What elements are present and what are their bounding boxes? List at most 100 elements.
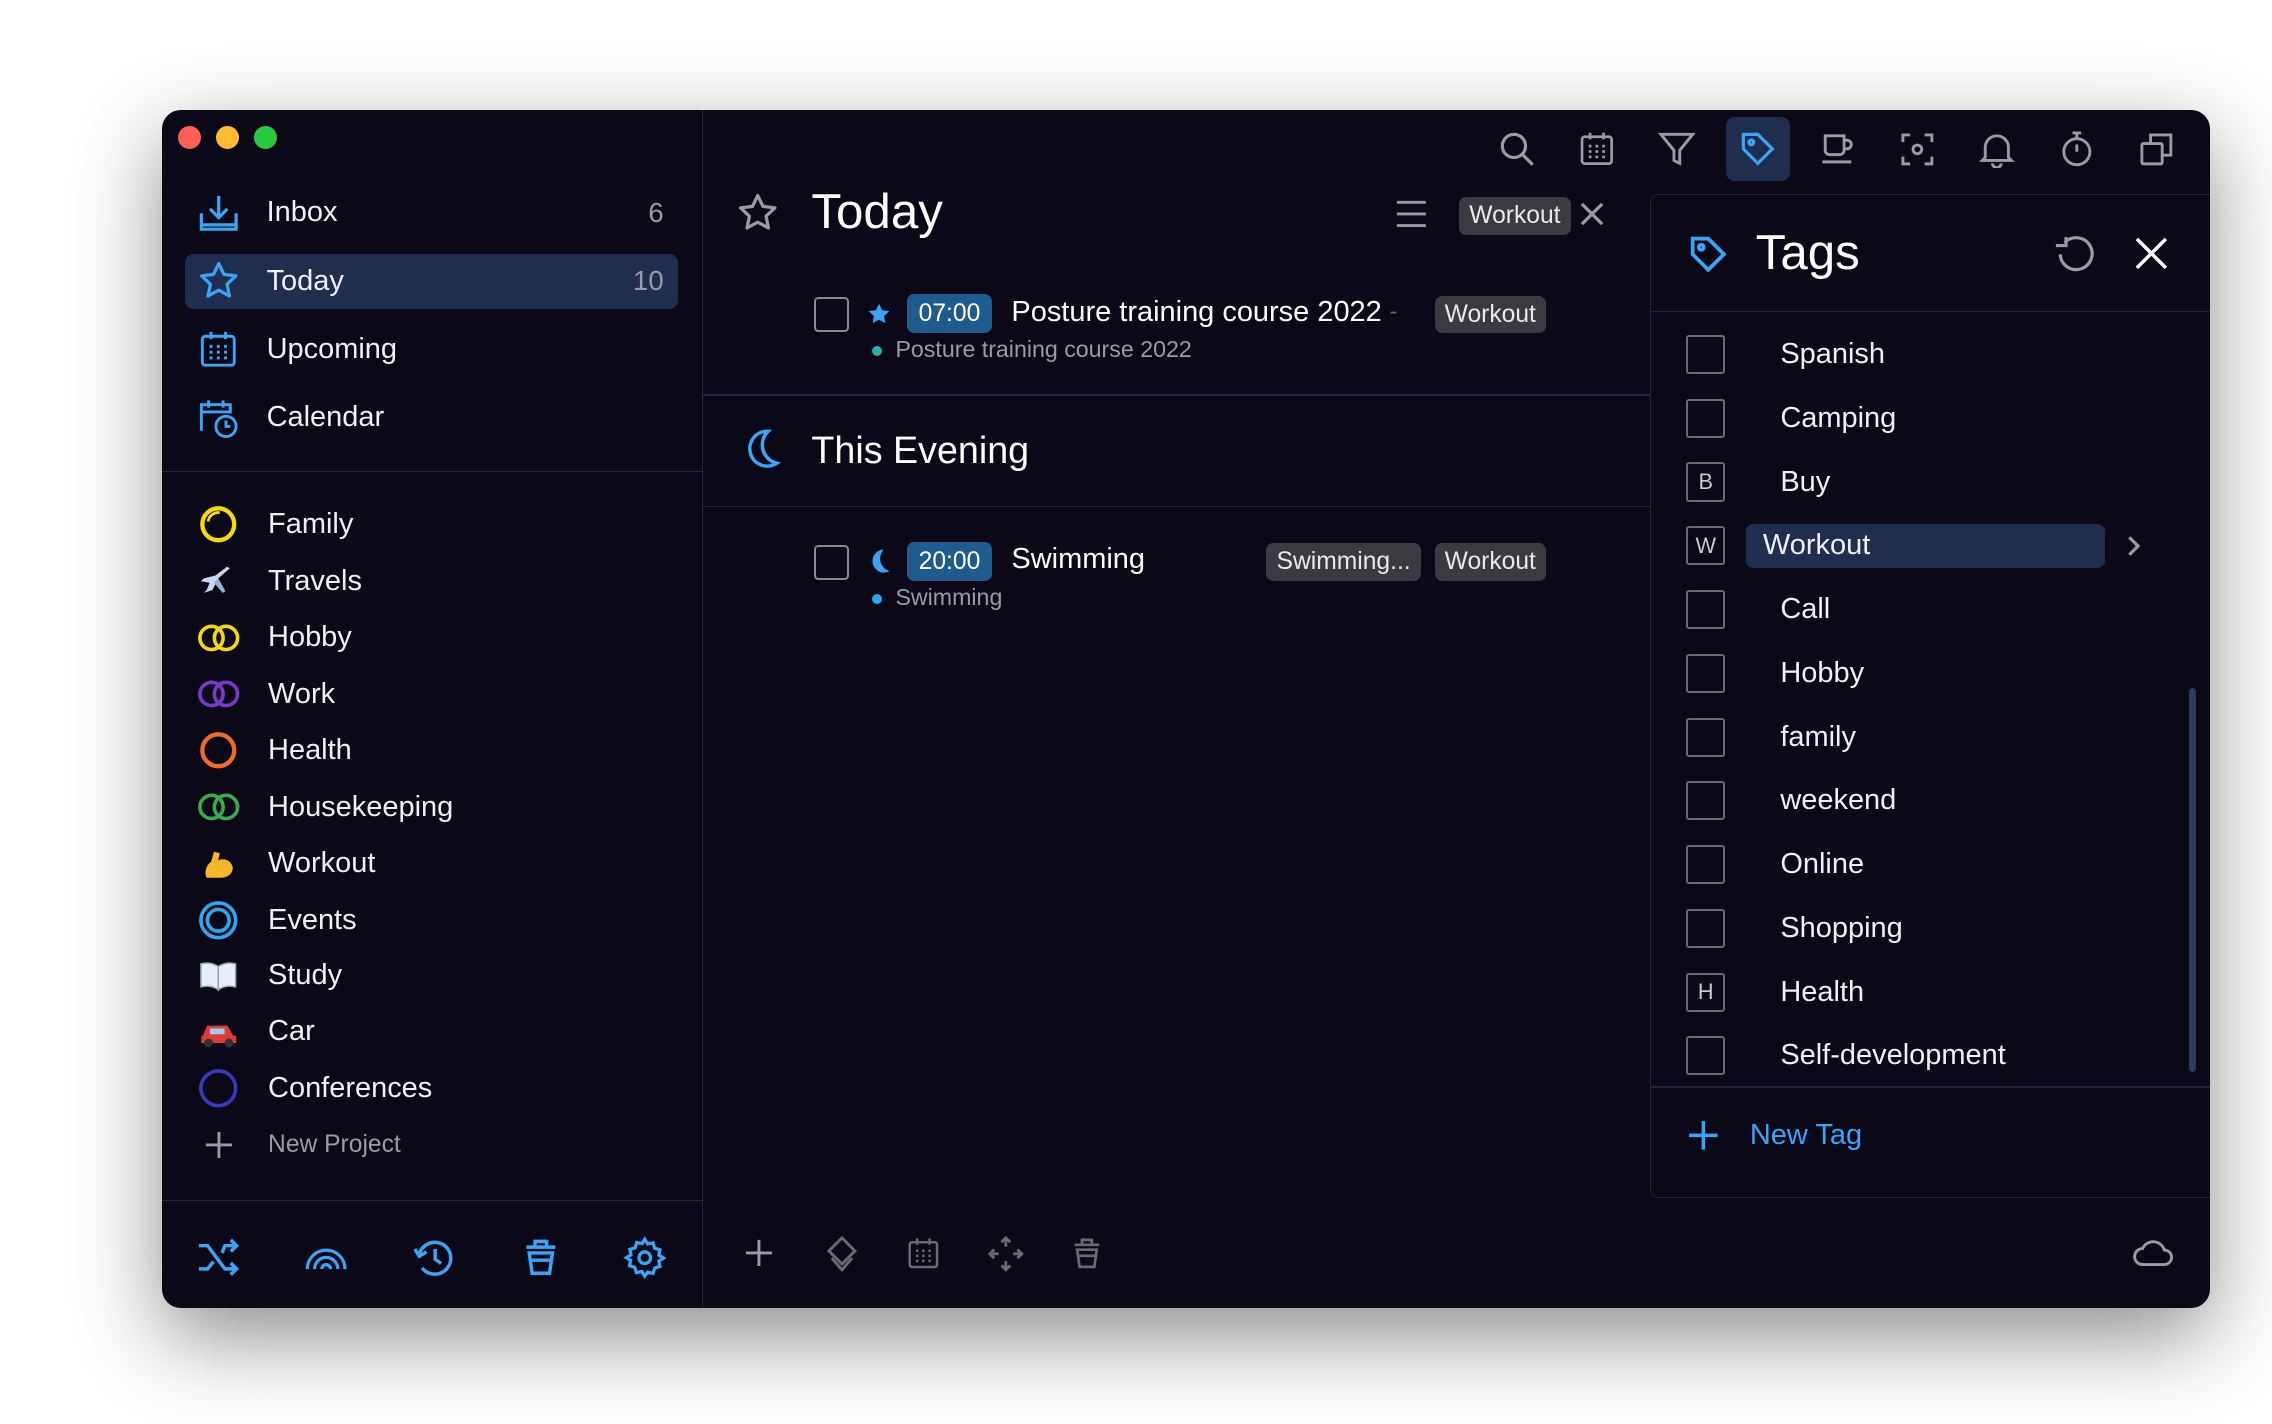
timer-button[interactable] [2045,117,2109,181]
panel-title: Tags [1755,225,1860,281]
app-window: Inbox 6 Today 10 Upcoming Calendar Famil… [162,110,2210,1309]
tag-checkbox[interactable]: B [1686,462,1726,502]
focus-button[interactable] [1885,117,1949,181]
sidebar-item-calendar[interactable]: Calendar [185,390,678,445]
tag-checkbox[interactable] [1686,653,1726,693]
project-travels[interactable]: Travels [191,556,669,605]
diamond-icon [826,1235,858,1273]
circle-icon [191,504,246,545]
tag-row[interactable]: Spanish [1686,330,2164,379]
coffee-cup-icon [1818,130,1856,168]
tag-row[interactable]: Shopping [1686,904,2164,953]
new-project-button[interactable]: New Project [191,1120,669,1169]
time-chip: 20:00 [907,541,992,582]
tags-button[interactable] [1725,117,1790,182]
shuffle-button[interactable] [194,1233,243,1282]
time-chip: 07:00 [907,294,992,334]
tag-label: weekend [1780,784,1897,817]
schedule-button[interactable] [900,1230,946,1276]
undo-arrow-icon [2053,234,2096,275]
history-button[interactable] [409,1233,458,1282]
tag-checkbox[interactable] [1686,1036,1726,1076]
sidebar-item-inbox[interactable]: Inbox 6 [185,185,678,240]
project-hobby[interactable]: Hobby [191,613,669,662]
tag-checkbox[interactable]: H [1686,972,1726,1012]
task-tag-chip[interactable]: Workout [1434,295,1547,334]
project-events[interactable]: Events [191,895,669,944]
tag-checkbox[interactable] [1686,781,1726,821]
search-icon [1498,130,1536,168]
sort-lines-icon [1394,198,1429,230]
sidebar-item-today[interactable]: Today 10 [185,253,679,309]
tag-checkbox[interactable] [1686,845,1726,885]
tag-row[interactable]: Online [1686,840,2164,889]
delete-button[interactable] [1064,1230,1110,1276]
task-checkbox[interactable] [814,297,850,332]
active-filter-chip[interactable]: Workout [1459,197,1571,235]
open-book-icon [191,958,246,993]
search-button[interactable] [1485,117,1549,181]
tag-row[interactable]: weekend [1686,776,2164,825]
tag-row[interactable]: B Buy [1686,457,2164,506]
sidebar-item-label: Calendar [266,400,385,433]
tag-row[interactable]: family [1686,712,2164,761]
project-label: Work [268,677,336,710]
calendar-clock-icon [185,396,252,439]
project-label: Conferences [268,1071,433,1104]
project-health[interactable]: Health [191,726,669,775]
move-arrows-icon [987,1235,1025,1273]
sidebar-item-label: Inbox [266,196,338,229]
clear-filter-button[interactable] [1579,201,1605,227]
copy-windows-icon [2139,132,2174,167]
move-button[interactable] [982,1230,1028,1276]
project-workout[interactable]: Workout [191,839,669,888]
reset-tags-button[interactable] [2053,234,2096,275]
sidebar-item-upcoming[interactable]: Upcoming [185,322,678,377]
chevron-right-icon[interactable] [2125,533,2142,559]
close-panel-button[interactable] [2134,236,2169,271]
project-dot [872,346,883,357]
tag-label: Call [1780,593,1831,626]
project-label: Health [268,734,352,767]
tag-row[interactable]: Camping [1686,394,2164,443]
sidebar-item-label: Today [266,264,344,297]
tag-label: Camping [1780,401,1897,434]
task-checkbox[interactable] [814,544,850,580]
plus-icon [1686,1118,1721,1153]
window-button[interactable] [2124,117,2188,181]
trash-button[interactable] [516,1233,565,1282]
task-tag-chip[interactable]: Workout [1434,543,1547,582]
tag-row[interactable]: Hobby [1686,649,2164,698]
priority-button[interactable] [819,1230,865,1276]
add-task-button[interactable] [736,1230,782,1276]
tag-row[interactable]: Call [1686,585,2164,634]
new-tag-button[interactable]: New Tag [1686,1118,1862,1153]
tag-row[interactable]: Self-development [1686,1031,2164,1080]
calendar-button[interactable] [1565,117,1629,181]
calendar-grid-icon [1578,130,1616,168]
tag-checkbox[interactable] [1686,334,1726,375]
project-work[interactable]: Work [191,669,669,718]
tag-checkbox[interactable] [1686,589,1726,630]
gear-icon [623,1235,667,1279]
rainbow-button[interactable] [301,1233,350,1282]
notifications-button[interactable] [1965,117,2029,181]
project-study[interactable]: Study [191,951,669,1000]
tag-checkbox[interactable] [1686,717,1726,757]
sort-button[interactable] [1394,198,1429,230]
tag-checkbox[interactable] [1686,398,1726,438]
tag-row[interactable]: H Health [1686,967,2164,1016]
tags-scrollbar[interactable] [2188,687,2197,1072]
project-housekeeping[interactable]: Housekeeping [191,782,669,831]
project-conferences[interactable]: Conferences [191,1064,669,1113]
tag-row[interactable]: W Workout [1686,521,2164,570]
task-tag-chip[interactable]: Swimming... [1266,543,1421,582]
project-car[interactable]: Car [191,1007,669,1056]
settings-button[interactable] [620,1233,669,1282]
tag-checkbox[interactable]: W [1686,526,1726,566]
project-family[interactable]: Family [191,500,669,549]
tag-checkbox[interactable] [1686,908,1726,948]
filter-button[interactable] [1645,117,1709,181]
sync-button[interactable] [2130,1230,2176,1276]
break-button[interactable] [1805,117,1869,181]
